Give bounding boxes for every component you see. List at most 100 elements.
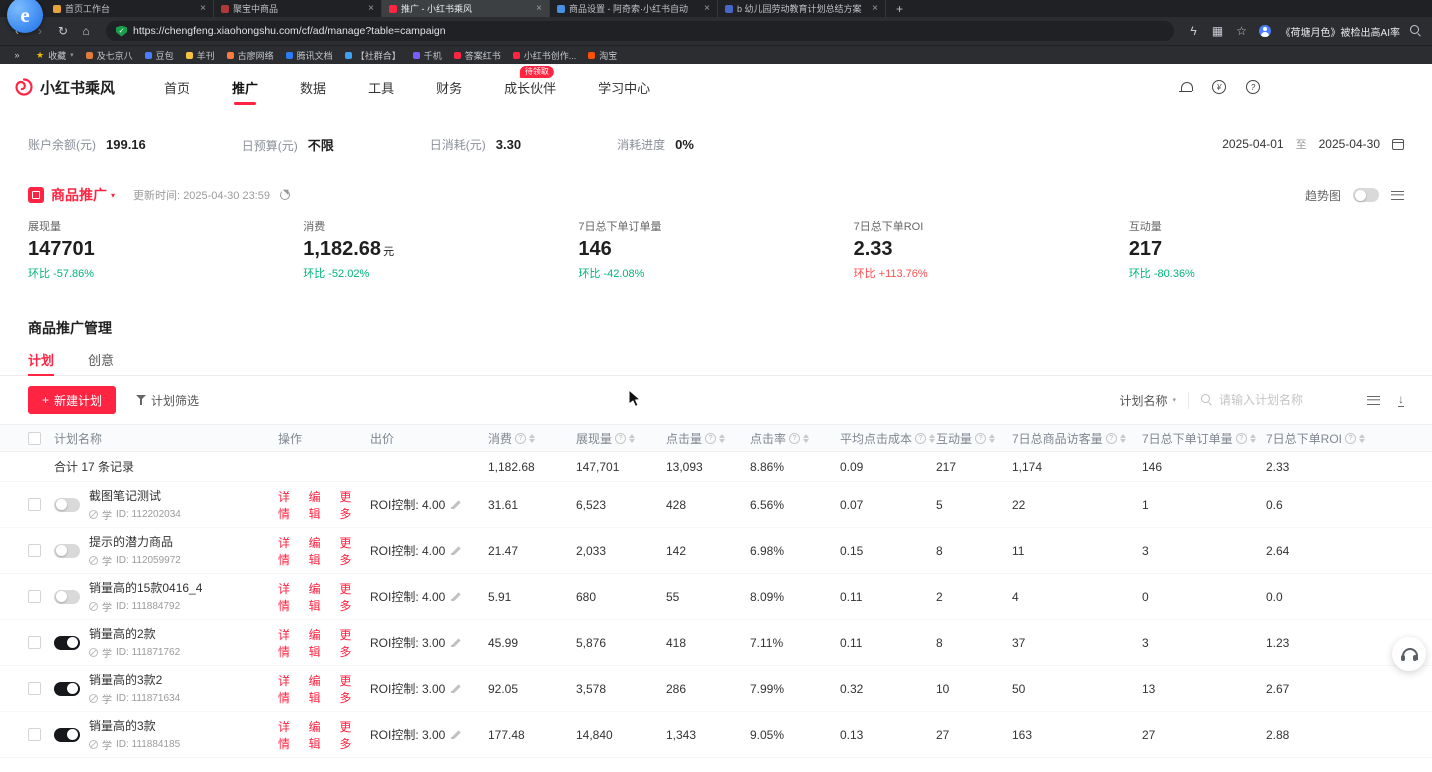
col-engagement[interactable]: 互动量? — [936, 430, 1012, 447]
more-link[interactable]: 更多 — [339, 626, 361, 660]
plan-enable-toggle[interactable] — [54, 682, 80, 696]
more-link[interactable]: 更多 — [339, 488, 361, 522]
metric-card[interactable]: 展现量 147701 环比 -57.86% — [28, 218, 303, 284]
nav-item[interactable]: 数据 — [279, 64, 347, 110]
plan-name[interactable]: 销量高的3款2 — [89, 671, 180, 688]
col-cpc[interactable]: 平均点击成本? — [840, 430, 936, 447]
nav-item[interactable]: 推广 — [211, 64, 279, 110]
browser-tab[interactable]: 推广 - 小红书乘风 × — [382, 0, 550, 17]
apps-grid-icon[interactable]: ▦ — [1211, 25, 1225, 37]
detail-link[interactable]: 详情 — [278, 580, 300, 614]
sort-icon[interactable] — [1250, 434, 1256, 443]
brand[interactable]: 小红书乘风 — [14, 77, 115, 98]
sort-icon[interactable] — [629, 434, 635, 443]
download-icon[interactable]: ↓ — [1398, 393, 1404, 407]
browser-search-icon[interactable] — [1410, 25, 1422, 37]
search-icon[interactable] — [1201, 394, 1213, 406]
column-settings-icon[interactable] — [1367, 396, 1380, 405]
bookmarks-root-folder[interactable]: ★ 收藏 ▾ — [36, 49, 74, 62]
edit-link[interactable]: 编辑 — [309, 534, 331, 568]
plan-name[interactable]: 销量高的3款 — [89, 717, 180, 734]
col-clicks[interactable]: 点击量? — [666, 430, 750, 447]
customer-support-button[interactable] — [1392, 637, 1426, 671]
browser-tab[interactable]: 聚宝中商品 × — [214, 0, 382, 17]
reload-icon[interactable]: ↻ — [56, 25, 70, 37]
nav-item[interactable]: 首页 — [143, 64, 211, 110]
more-link[interactable]: 更多 — [339, 580, 361, 614]
plan-enable-toggle[interactable] — [54, 590, 80, 604]
nav-item[interactable]: 财务 — [415, 64, 483, 110]
edit-bid-icon[interactable] — [451, 592, 461, 602]
metric-card[interactable]: 消费 1,182.68元 环比 -52.02% — [303, 218, 578, 284]
profile-avatar-icon[interactable] — [1259, 25, 1271, 37]
sort-icon[interactable] — [719, 434, 725, 443]
select-all-checkbox[interactable] — [28, 432, 41, 445]
more-link[interactable]: 更多 — [339, 718, 361, 752]
caret-down-icon[interactable]: ▾ — [111, 191, 115, 200]
notification-bell-icon[interactable] — [1179, 81, 1192, 94]
edit-link[interactable]: 编辑 — [309, 626, 331, 660]
bookmark-item[interactable]: 羊刊 — [186, 49, 215, 62]
nav-item[interactable]: 学习中心 — [577, 64, 671, 110]
bookmark-item[interactable]: 小红书创作... — [513, 49, 577, 62]
tab-close-icon[interactable]: × — [200, 4, 206, 14]
date-from[interactable]: 2025-04-01 — [1222, 137, 1283, 151]
detail-link[interactable]: 详情 — [278, 626, 300, 660]
manage-tab[interactable]: 创意 — [88, 344, 114, 375]
nav-item[interactable]: 工具 — [347, 64, 415, 110]
lightning-icon[interactable]: ϟ — [1187, 25, 1201, 37]
tab-close-icon[interactable]: × — [536, 4, 542, 14]
browser-tab[interactable]: 首页工作台 × — [46, 0, 214, 17]
bookmark-star-icon[interactable]: ☆ — [1235, 25, 1249, 37]
sidebar-chevrons-icon[interactable]: » — [10, 51, 24, 60]
row-checkbox[interactable] — [28, 728, 41, 741]
sort-icon[interactable] — [1359, 434, 1365, 443]
help-icon[interactable]: ? — [1246, 80, 1260, 94]
sort-icon[interactable] — [803, 434, 809, 443]
plan-filter-button[interactable]: 计划筛选 — [136, 392, 199, 409]
more-link[interactable]: 更多 — [339, 534, 361, 568]
info-icon[interactable]: ? — [1345, 433, 1356, 444]
bookmark-item[interactable]: 淘宝 — [588, 49, 617, 62]
sort-icon[interactable] — [989, 434, 995, 443]
bookmark-item[interactable]: 千机 — [413, 49, 442, 62]
calendar-icon[interactable] — [1392, 139, 1404, 150]
plan-name[interactable]: 销量高的15款0416_4 — [89, 579, 202, 596]
detail-link[interactable]: 详情 — [278, 488, 300, 522]
date-range-picker[interactable]: 2025-04-01 至 2025-04-30 — [1222, 136, 1404, 152]
edit-bid-icon[interactable] — [451, 500, 461, 510]
col-spend[interactable]: 消费? — [488, 430, 576, 447]
bookmark-item[interactable]: 豆包 — [145, 49, 174, 62]
col-orders-7d[interactable]: 7日总下单订单量? — [1142, 430, 1266, 447]
plan-search-input[interactable] — [1219, 393, 1337, 407]
refresh-icon[interactable] — [280, 190, 290, 200]
manage-tab[interactable]: 计划 — [28, 344, 54, 375]
home-icon[interactable]: ⌂ — [79, 25, 93, 37]
edit-link[interactable]: 编辑 — [309, 672, 331, 706]
tab-close-icon[interactable]: × — [368, 4, 374, 14]
col-visitors-7d[interactable]: 7日总商品访客量? — [1012, 430, 1142, 447]
row-checkbox[interactable] — [28, 682, 41, 695]
plan-name[interactable]: 截图笔记测试 — [89, 487, 181, 504]
detail-link[interactable]: 详情 — [278, 672, 300, 706]
metric-list-icon[interactable] — [1391, 191, 1404, 200]
info-icon[interactable]: ? — [789, 433, 800, 444]
address-bar[interactable]: ✓ https://chengfeng.xiaohongshu.com/cf/a… — [106, 21, 1174, 41]
new-plan-button[interactable]: + 新建计划 — [28, 386, 116, 414]
bookmark-item[interactable]: 答案红书 — [454, 49, 501, 62]
info-icon[interactable]: ? — [1106, 433, 1117, 444]
sort-icon[interactable] — [929, 434, 935, 443]
col-roi-7d[interactable]: 7日总下单ROI? — [1266, 430, 1370, 447]
info-icon[interactable]: ? — [1236, 433, 1247, 444]
info-icon[interactable]: ? — [975, 433, 986, 444]
nav-item[interactable]: 成长伙伴 待领取 — [483, 64, 577, 110]
metric-card[interactable]: 7日总下单订单量 146 环比 -42.08% — [578, 218, 853, 284]
bookmark-item[interactable]: 【社群合】 — [345, 49, 401, 62]
plan-enable-toggle[interactable] — [54, 544, 80, 558]
col-ctr[interactable]: 点击率? — [750, 430, 840, 447]
bookmark-item[interactable]: 及七京八 — [86, 49, 133, 62]
metric-card[interactable]: 7日总下单ROI 2.33 环比 +113.76% — [854, 218, 1129, 284]
plan-name[interactable]: 提示的潜力商品 — [89, 533, 181, 550]
info-icon[interactable]: ? — [615, 433, 626, 444]
reward-coin-icon[interactable]: ¥ — [1212, 80, 1226, 94]
